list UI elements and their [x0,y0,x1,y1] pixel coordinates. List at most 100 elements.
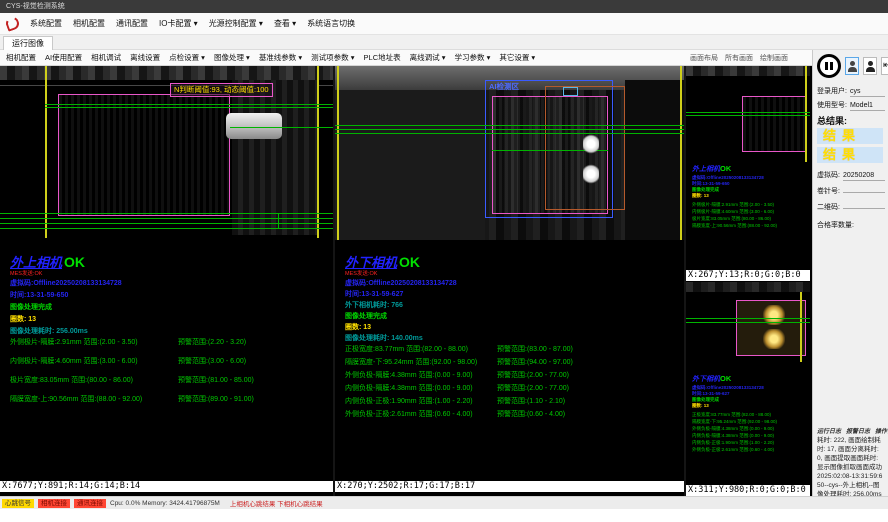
comm-conn-badge: 通讯连接 [74,499,106,508]
pin-value[interactable] [843,184,885,193]
mid-warn-6: 预警范围:(0.60 - 4.00) [497,409,565,419]
log-text[interactable]: 耗时: 222, 画面绘制耗时: 17, 画面分离耗时: 0, 画面提取画面耗时… [817,436,885,499]
total-result-label: 总结果: [817,114,847,127]
pbot-count: 圈数: 13 [692,403,709,409]
user-button[interactable] [845,57,859,75]
left-white-roller [226,113,282,139]
preview-panel-top[interactable]: 外上相机OK 虚拟码:Offline20250208133134728 时间:1… [686,66,810,281]
pbot-row-2: 隔膜宽度-下:95.24mm 范围:(92.00 - 98.00) [692,419,777,425]
status-bar: 心跳信号 相机连接 通讯连接 Cpu: 0.0% Memory: 3424.41… [0,496,888,509]
pbot-row-5: 内侧负极-正极:1.90mm 范围:(1.00 - 2.20) [692,440,774,446]
pbot-yellow-line [800,292,802,362]
sidebar: ⇤ 登录用户: cys 使用型号: Model1 总结果: 结果 结果 虚拟码:… [812,50,888,496]
log-tab-operate[interactable]: 操作日志 [875,426,888,435]
left-green-line-4 [0,213,333,214]
left-barcode: 虚拟码:Offline20250208133134728 [10,278,122,288]
pause-button[interactable] [817,54,841,78]
tool-camera-config[interactable]: 相机配置 [6,52,36,63]
user-dark-button[interactable] [863,57,877,75]
pbot-row-4: 内侧负极-隔膜:4.38mm 范围:(0.00 - 9.00) [692,433,774,439]
left-warn-2: 预警范围:(3.00 - 6.00) [178,356,246,366]
ptop-green-line-2 [686,115,810,116]
tool-offline-setting[interactable]: 离线设置 [130,52,160,63]
ai-region-label: AI检测区 [489,81,519,92]
mid-meas-4: 内侧负极-隔膜:4.38mm 范围:(0.00 - 9.00) [345,383,473,393]
mid-camera-status: OK [399,254,420,270]
log-tab-alarm[interactable]: 报警日志 [846,426,870,435]
mid-pre-elapsed: 外下相机耗时: 766 [345,300,403,310]
model-value[interactable]: Model1 [850,102,885,111]
main-viewport: N判断阈值:93, 动态阈值:100 外上相机OK MES发送:OK 虚拟码:O… [0,66,812,496]
app-logo-icon [4,15,21,32]
pin-label: 卷针号: [817,186,840,196]
mid-led-spot-2 [583,164,599,184]
model-label: 使用型号: [817,100,847,110]
left-warn-4: 预警范围:(89.00 - 91.00) [178,394,254,404]
mid-green-line-2 [335,129,684,130]
left-green-line-7 [0,228,333,229]
pbot-row-3: 外侧负极-隔膜:4.38mm 范围:(0.00 - 9.00) [692,426,774,432]
ptop-row-1: 外侧极片-隔膜:2.91mm 范围:(2.00 - 3.50) [692,202,774,208]
menu-item-view[interactable]: 查看 ▾ [274,18,296,29]
login-label: 登录用户: [817,86,847,96]
mid-process-done: 图像处理完成 [345,311,387,321]
left-green-line-3 [230,127,333,128]
tool-image-process[interactable]: 图像处理 ▾ [214,52,250,63]
tool-offline-debug[interactable]: 离线调试 ▾ [410,52,446,63]
left-process-done: 图像处理完成 [10,302,52,312]
preview-panel-bottom[interactable]: 外下相机OK 虚拟码:Offline20250208133134728 时间:1… [686,282,810,496]
menu-item-camera-config[interactable]: 相机配置 [73,18,105,29]
camera-heartbeat-text: 上相机心跳结果 下相机心跳结果 [230,498,323,508]
mid-warn-2: 预警范围:(94.00 - 97.00) [497,357,573,367]
mid-green-line-1 [335,125,684,126]
left-meas-3: 极片宽度:83.05mm 范围:(80.00 - 86.00) [10,375,133,385]
tool-other-settings[interactable]: 其它设置 ▾ [499,52,535,63]
vcode-value[interactable]: 20250208 [843,172,885,181]
ptop-camera-name: 外上相机 [692,166,720,173]
login-value[interactable]: cys [850,88,885,97]
view-option-all[interactable]: 所有画面 [725,53,753,63]
logout-button[interactable]: ⇤ [881,57,888,75]
left-elapsed: 图像处理耗时: 256.00ms [10,326,88,336]
left-machine-texture [0,66,333,80]
pbot-row-6: 外侧负极-正极:2.61mm 范围:(0.60 - 4.00) [692,447,774,453]
qr-value[interactable] [843,200,885,209]
window-title: CYS-视觉检测系统 [6,3,65,10]
pbot-image [736,300,806,356]
tool-camera-debug[interactable]: 相机调试 [91,52,121,63]
left-threshold-note: N判断阈值:93, 动态阈值:100 [170,83,273,97]
menu-item-comm-config[interactable]: 通讯配置 [116,18,148,29]
tool-baseline-params[interactable]: 基准线参数 ▾ [259,52,302,63]
ptop-title: 外上相机OK [692,164,731,174]
menu-item-language[interactable]: 系统语言切换 [307,18,355,29]
tool-plc-table[interactable]: PLC地址表 [364,52,401,63]
view-option-draw[interactable]: 绘制画面 [760,53,788,63]
left-green-line-1 [45,104,333,105]
pbot-pixel-coords: X:311;Y:980;R:0;G:0;B:0 [686,485,810,496]
view-option-layout[interactable]: 画面布局 [690,53,718,63]
menu-item-light-config[interactable]: 光源控制配置 ▾ [209,18,263,29]
mid-meas-3: 外侧负极-隔膜:4.38mm 范围:(0.00 - 9.00) [345,370,473,380]
tool-learn-params[interactable]: 学习参数 ▾ [454,52,490,63]
tool-ai-config[interactable]: AI使用配置 [45,52,82,63]
qr-label: 二维码: [817,202,840,212]
pbot-title: 外下相机OK [692,374,731,384]
camera-panel-left[interactable]: N判断阈值:93, 动态阈值:100 外上相机OK MES发送:OK 虚拟码:O… [0,66,333,496]
ptop-sheet [742,96,806,152]
login-row: 登录用户: cys [817,86,885,97]
tab-run-image[interactable]: 运行图像 [3,36,53,51]
result-box-1: 结果 [817,128,883,144]
camera-panel-mid[interactable]: AI检测区 外下相机OK MES发送:OK 虚拟码:Offline2025020… [335,66,684,496]
mid-led-spot-1 [583,134,599,154]
left-electrode-sheet [58,94,230,216]
pbot-green-line-2 [686,322,810,323]
mid-yellow-line-1 [337,66,339,240]
menu-item-system-config[interactable]: 系统配置 [30,18,62,29]
menu-item-io-config[interactable]: IO卡配置 ▾ [159,18,198,29]
log-tab-run[interactable]: 运行日志 [817,426,841,435]
ptop-row-4: 隔膜宽度-上:90.56mm 范围:(88.00 - 92.00) [692,223,777,229]
tool-spotcheck-setting[interactable]: 点检设置 ▾ [169,52,205,63]
tool-test-params[interactable]: 测试项参数 ▾ [311,52,354,63]
mid-loop-count: 圈数: 13 [345,322,371,332]
menu-bar: 系统配置 相机配置 通讯配置 IO卡配置 ▾ 光源控制配置 ▾ 查看 ▾ 系统语… [0,13,888,35]
